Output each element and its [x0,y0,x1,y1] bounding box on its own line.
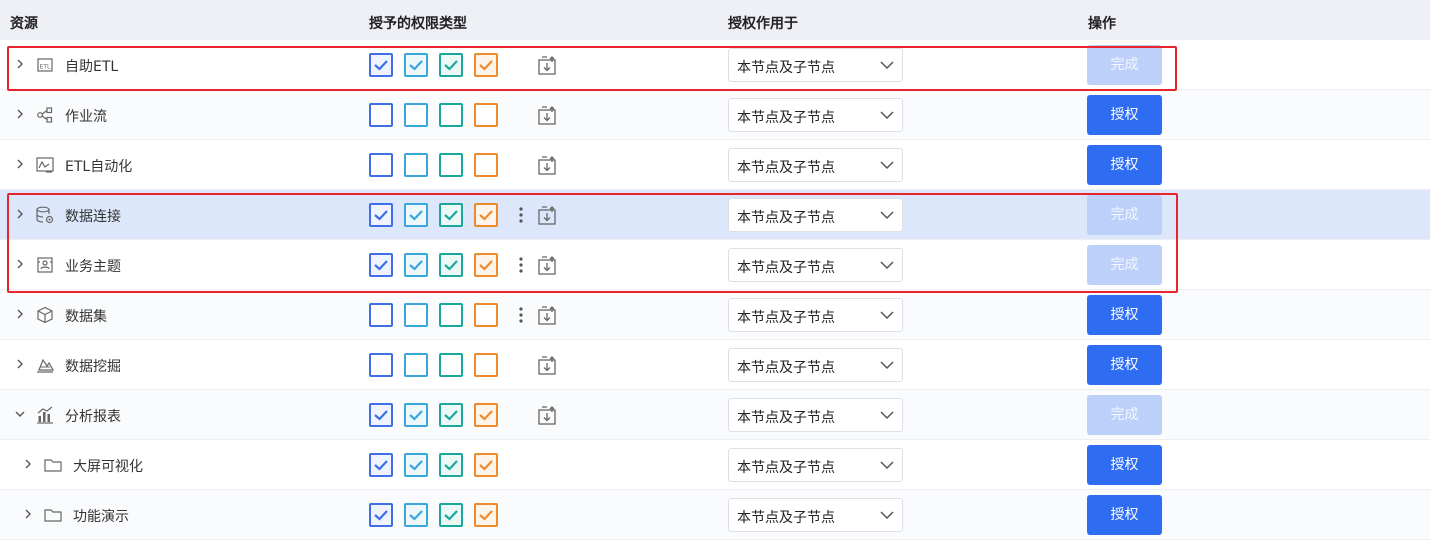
permission-checkbox-2[interactable] [404,453,428,477]
permission-checkbox-1[interactable] [369,353,393,377]
permission-checkbox-3[interactable] [439,403,463,427]
resource-label: 分析报表 [65,409,121,425]
table-row[interactable]: 数据集 本节点及子节点 授权 [0,290,1430,340]
column-header-permission-types: 授予的权限类型 [369,16,467,32]
grant-button[interactable]: 授权 [1087,295,1162,335]
scope-select[interactable]: 本节点及子节点 [728,348,903,382]
resource-label: 大屏可视化 [73,459,143,475]
permission-checkbox-4[interactable] [474,103,498,127]
permission-checkbox-3[interactable] [439,353,463,377]
etl-automation-icon [35,155,55,175]
permission-checkbox-2[interactable] [404,403,428,427]
inherit-permission-icon[interactable] [537,154,557,176]
expand-chevron-down-icon[interactable] [13,407,27,421]
permission-checkbox-3[interactable] [439,303,463,327]
permission-checkbox-3[interactable] [439,153,463,177]
expand-chevron-right-icon[interactable] [21,507,35,521]
highlight-box-connection-topic [7,193,1178,293]
permission-checkbox-2[interactable] [404,303,428,327]
permission-checkbox-4[interactable] [474,503,498,527]
permission-checkbox-4[interactable] [474,303,498,327]
table-row[interactable]: 大屏可视化 本节点及子节点 授权 [0,440,1430,490]
permission-checkbox-2[interactable] [404,503,428,527]
permission-checkbox-1[interactable] [369,453,393,477]
resource-label: 功能演示 [73,509,129,525]
scope-select[interactable]: 本节点及子节点 [728,498,903,532]
folder-icon [43,455,63,475]
resource-label: 作业流 [65,109,107,125]
scope-select[interactable]: 本节点及子节点 [728,448,903,482]
inherit-permission-icon[interactable] [537,354,557,376]
table-row[interactable]: 功能演示 本节点及子节点 授权 [0,490,1430,540]
grant-button[interactable]: 授权 [1087,495,1162,535]
permission-checkbox-3[interactable] [439,103,463,127]
resource-label: ETL自动化 [65,159,133,175]
permission-checkbox-3[interactable] [439,453,463,477]
column-header-resource: 资源 [10,16,38,32]
grant-button[interactable]: 授权 [1087,95,1162,135]
scope-select-value: 本节点及子节点 [737,360,835,376]
data-mining-icon [35,355,55,375]
permission-checkbox-4[interactable] [474,153,498,177]
permission-checkbox-4[interactable] [474,403,498,427]
highlight-box-etl [7,46,1177,91]
scope-select[interactable]: 本节点及子节点 [728,298,903,332]
expand-chevron-right-icon[interactable] [13,107,27,121]
table-row[interactable]: 作业流 本节点及子节点 授权 [0,90,1430,140]
permission-checkbox-2[interactable] [404,153,428,177]
permission-checkbox-2[interactable] [404,353,428,377]
resource-label: 数据挖掘 [65,359,121,375]
scope-select-value: 本节点及子节点 [737,160,835,176]
folder-icon [43,505,63,525]
expand-chevron-right-icon[interactable] [13,307,27,321]
scope-select-value: 本节点及子节点 [737,310,835,326]
table-row[interactable]: 分析报表 本节点及子节点 完成 [0,390,1430,440]
permission-checkbox-2[interactable] [404,103,428,127]
expand-chevron-right-icon[interactable] [13,357,27,371]
inherit-permission-icon[interactable] [537,304,557,326]
permission-checkbox-1[interactable] [369,403,393,427]
scope-select[interactable]: 本节点及子节点 [728,148,903,182]
workflow-icon [35,105,55,125]
column-header-scope: 授权作用于 [728,16,798,32]
grant-button[interactable]: 授权 [1087,445,1162,485]
permission-checkbox-3[interactable] [439,503,463,527]
expand-chevron-right-icon[interactable] [13,157,27,171]
bar-chart-icon [35,405,55,425]
permission-checkbox-1[interactable] [369,303,393,327]
permission-checkbox-4[interactable] [474,353,498,377]
done-button[interactable]: 完成 [1087,395,1162,435]
column-header-operation: 操作 [1088,16,1116,32]
table-row[interactable]: 数据挖掘 本节点及子节点 授权 [0,340,1430,390]
scope-select-value: 本节点及子节点 [737,410,835,426]
resource-label: 数据集 [65,309,107,325]
scope-select-value: 本节点及子节点 [737,110,835,126]
permission-checkbox-1[interactable] [369,103,393,127]
cube-icon [35,305,55,325]
permission-checkbox-1[interactable] [369,503,393,527]
scope-select-value: 本节点及子节点 [737,510,835,526]
scope-select[interactable]: 本节点及子节点 [728,98,903,132]
permission-checkbox-4[interactable] [474,453,498,477]
expand-chevron-right-icon[interactable] [21,457,35,471]
scope-select[interactable]: 本节点及子节点 [728,398,903,432]
inherit-permission-icon[interactable] [537,104,557,126]
grant-button[interactable]: 授权 [1087,145,1162,185]
inherit-permission-icon[interactable] [537,404,557,426]
scope-select-value: 本节点及子节点 [737,460,835,476]
permission-checkbox-1[interactable] [369,153,393,177]
grant-button[interactable]: 授权 [1087,345,1162,385]
more-options-icon[interactable] [516,305,526,325]
table-row[interactable]: ETL自动化 本节点及子节点 授权 [0,140,1430,190]
